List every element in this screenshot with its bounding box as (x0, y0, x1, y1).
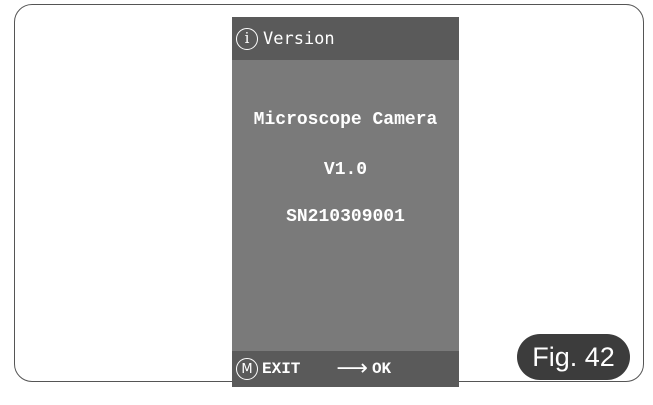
version-header: i Version (232, 17, 459, 60)
info-icon: i (236, 27, 258, 50)
figure-badge: Fig. 42 (517, 334, 630, 380)
product-name: Microscope Camera (253, 110, 438, 130)
camera-screen: i Version Microscope Camera V1.0 SN21030… (232, 17, 459, 387)
exit-label[interactable]: EXIT (262, 360, 300, 378)
arrow-right-icon: ⟶ (336, 356, 368, 381)
serial-number: SN210309001 (286, 207, 405, 227)
footer-bar: M EXIT ⟶ OK (232, 351, 459, 387)
header-title: Version (263, 28, 335, 49)
version-number: V1.0 (323, 160, 368, 180)
ok-label[interactable]: OK (372, 360, 391, 378)
m-button-icon[interactable]: M (236, 358, 258, 380)
